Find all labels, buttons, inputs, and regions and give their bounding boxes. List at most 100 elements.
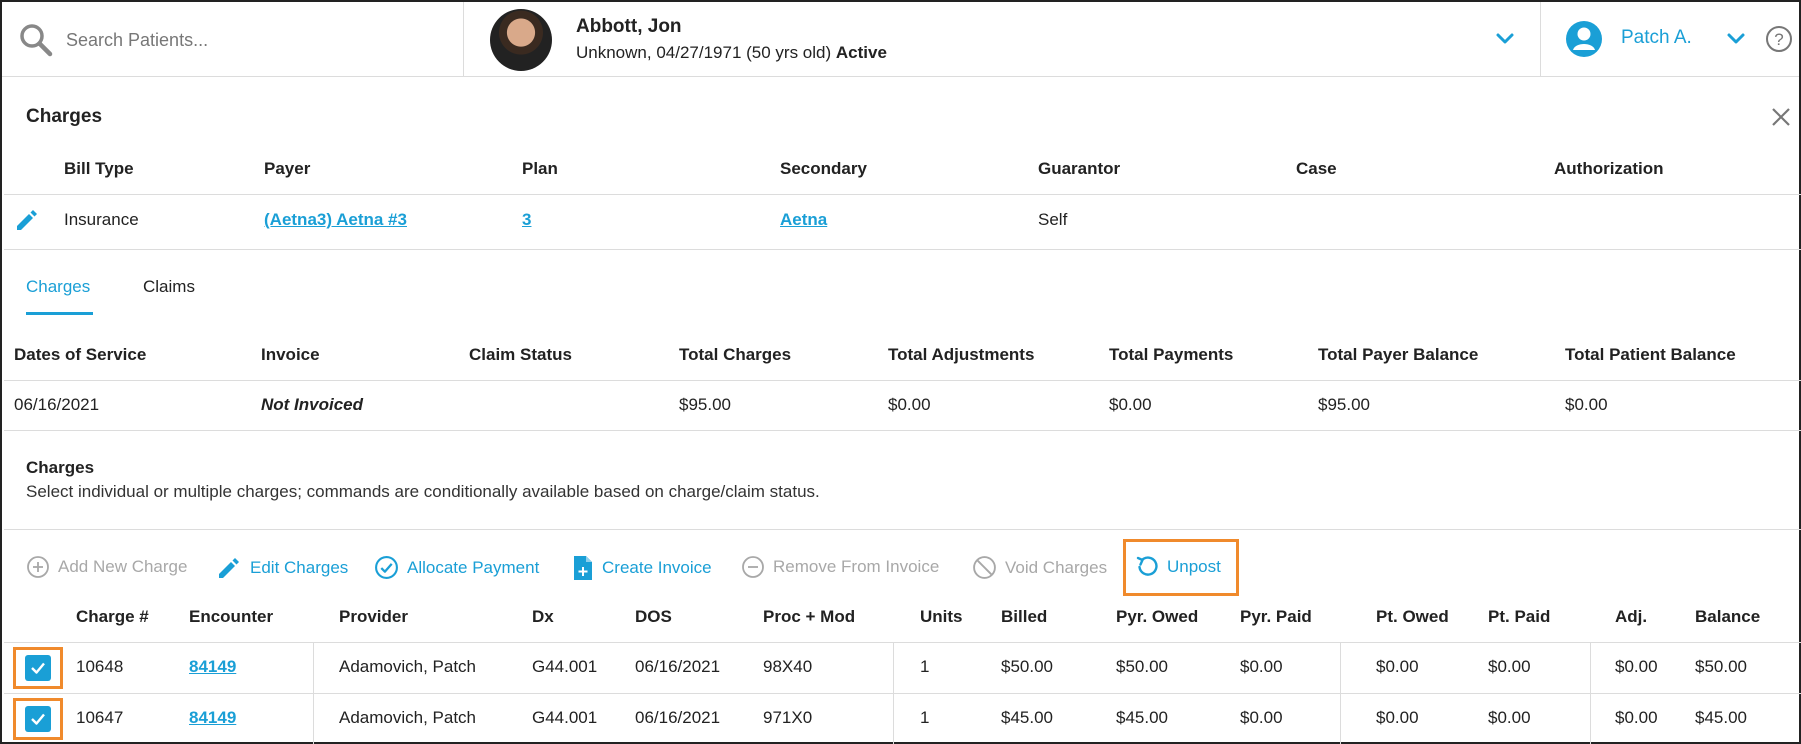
cell-encounter-link[interactable]: 84149 (189, 657, 236, 677)
patient-info: Unknown, 04/27/1971 (50 yrs old) Active (576, 43, 887, 63)
row-checkbox[interactable] (25, 655, 51, 681)
cell-proc-mod: 98X40 (763, 657, 813, 676)
allocate-payment-button[interactable]: Allocate Payment (374, 555, 539, 580)
row-checkbox[interactable] (25, 706, 51, 732)
col-header-balance: Balance (1695, 607, 1761, 626)
user-menu[interactable]: Patch A. ? (1540, 2, 1799, 77)
create-invoice-button[interactable]: Create Invoice (572, 555, 712, 581)
create-invoice-label: Create Invoice (602, 558, 712, 577)
edit-charges-button[interactable]: Edit Charges (216, 555, 348, 581)
cell-pt-paid: $0.00 (1488, 708, 1531, 727)
remove-from-invoice-label: Remove From Invoice (773, 557, 940, 576)
col-header-charge: Charge # (76, 607, 149, 626)
cell-pyr-paid: $0.00 (1240, 657, 1283, 676)
col-header-proc-mod: Proc + Mod (763, 607, 856, 626)
summary-header-total-adjustments: Total Adjustments (888, 345, 1035, 364)
pencil-icon (219, 558, 239, 578)
file-plus-icon (574, 556, 592, 580)
col-header-dos: DOS (635, 607, 672, 626)
charges-section-description: Select individual or multiple charges; c… (26, 482, 820, 501)
column-separator (893, 643, 894, 744)
active-tab-indicator (26, 312, 93, 315)
patient-avatar (490, 9, 552, 71)
divider (4, 430, 1801, 431)
bill-header-guarantor: Guarantor (1038, 159, 1121, 178)
divider (4, 249, 1801, 250)
summary-total-patient-balance-value: $0.00 (1565, 395, 1608, 414)
bill-header-authorization: Authorization (1554, 159, 1664, 178)
summary-header-total-payments: Total Payments (1109, 345, 1234, 364)
cell-provider: Adamovich, Patch (339, 708, 477, 727)
unpost-label: Unpost (1167, 557, 1221, 576)
cell-units: 1 (920, 708, 930, 727)
col-header-units: Units (920, 607, 963, 626)
cell-pt-owed: $0.00 (1376, 657, 1419, 676)
edit-pencil-icon[interactable] (14, 207, 40, 233)
unpost-button[interactable]: Unpost (1135, 555, 1221, 579)
panel-title: Charges (26, 106, 103, 127)
cell-pyr-owed: $45.00 (1116, 708, 1168, 727)
summary-total-charges-value: $95.00 (679, 395, 731, 414)
void-charges-button[interactable]: Void Charges (972, 555, 1107, 580)
minus-circle-icon (742, 556, 764, 578)
cell-dx: G44.001 (532, 708, 598, 727)
close-icon[interactable] (1770, 106, 1792, 128)
chevron-down-icon[interactable] (1725, 28, 1747, 50)
edit-charges-label: Edit Charges (250, 558, 349, 577)
svg-text:?: ? (1774, 30, 1783, 49)
undo-icon (1136, 556, 1158, 576)
patient-demographics: Unknown, 04/27/1971 (50 yrs old) (576, 43, 832, 62)
tab-claims[interactable]: Claims (143, 277, 195, 297)
patient-status: Active (835, 43, 887, 62)
cell-provider: Adamovich, Patch (339, 657, 477, 676)
col-header-pyr-paid: Pyr. Paid (1240, 607, 1312, 626)
cell-charge-number: 10647 (76, 708, 124, 727)
summary-total-payer-balance-value: $95.00 (1318, 395, 1370, 414)
chevron-down-icon[interactable] (1494, 28, 1516, 50)
bill-header-payer: Payer (264, 159, 311, 178)
cell-balance: $45.00 (1695, 708, 1747, 727)
remove-from-invoice-button[interactable]: Remove From Invoice (741, 555, 939, 579)
summary-total-adjustments-value: $0.00 (888, 395, 931, 414)
cell-dos: 06/16/2021 (635, 708, 721, 727)
check-circle-icon (375, 556, 398, 579)
tab-charges[interactable]: Charges (26, 277, 90, 297)
cell-encounter-link[interactable]: 84149 (189, 708, 236, 728)
search-icon (20, 24, 53, 57)
top-bar: Abbott, Jon Unknown, 04/27/1971 (50 yrs … (2, 2, 1799, 77)
cell-dx: G44.001 (532, 657, 598, 676)
divider (4, 194, 1801, 195)
col-header-pt-owed: Pt. Owed (1376, 607, 1449, 626)
allocate-payment-label: Allocate Payment (407, 557, 540, 577)
add-new-charge-button[interactable]: Add New Charge (26, 555, 187, 579)
help-icon[interactable]: ? (1765, 25, 1793, 53)
summary-header-total-payer-balance: Total Payer Balance (1318, 345, 1479, 364)
cell-proc-mod: 971X0 (763, 708, 813, 727)
col-header-pyr-owed: Pyr. Owed (1116, 607, 1199, 626)
column-separator (1340, 643, 1341, 744)
summary-header-dates: Dates of Service (14, 345, 147, 364)
guarantor-value: Self (1038, 210, 1068, 229)
secondary-link[interactable]: Aetna (780, 210, 827, 230)
patient-search (2, 2, 464, 77)
check-icon (31, 713, 45, 725)
cell-units: 1 (920, 657, 930, 676)
col-header-dx: Dx (532, 607, 554, 626)
search-input[interactable] (66, 24, 446, 56)
cell-pt-paid: $0.00 (1488, 657, 1531, 676)
col-header-adj: Adj. (1615, 607, 1648, 626)
user-name[interactable]: Patch A. (1621, 27, 1692, 49)
col-header-provider: Provider (339, 607, 408, 626)
plan-link[interactable]: 3 (522, 210, 531, 230)
cell-balance: $50.00 (1695, 657, 1747, 676)
bill-header-bill-type: Bill Type (64, 159, 134, 178)
void-charges-label: Void Charges (1005, 557, 1108, 577)
col-header-pt-paid: Pt. Paid (1488, 607, 1551, 626)
col-header-billed: Billed (1001, 607, 1048, 626)
divider (4, 642, 1801, 643)
col-header-encounter: Encounter (189, 607, 274, 626)
summary-header-invoice: Invoice (261, 345, 320, 364)
payer-link[interactable]: (Aetna3) Aetna #3 (264, 210, 407, 230)
cell-charge-number: 10648 (76, 657, 124, 676)
cell-pyr-paid: $0.00 (1240, 708, 1283, 727)
